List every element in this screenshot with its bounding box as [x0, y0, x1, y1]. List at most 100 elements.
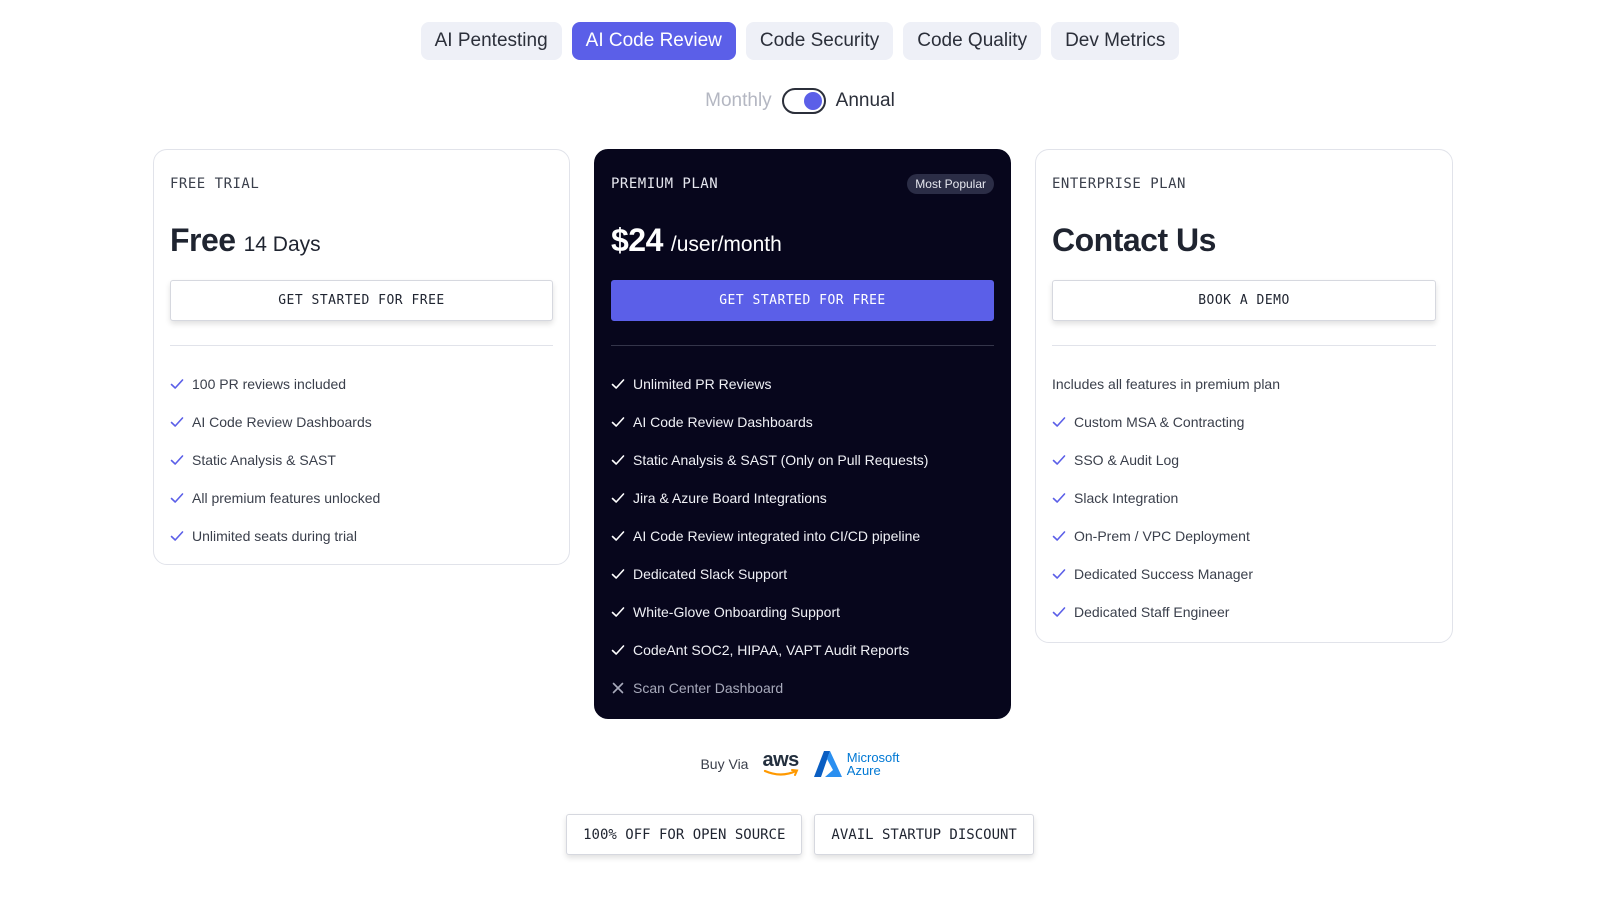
feature-item: 100 PR reviews included: [170, 365, 557, 403]
feature-label: Unlimited seats during trial: [192, 528, 357, 544]
feature-label: White-Glove Onboarding Support: [633, 604, 840, 620]
feature-item: Slack Integration: [1052, 479, 1440, 517]
enterprise-plan-card: ENTERPRISE PLAN Contact Us BOOK A DEMO I…: [1035, 149, 1453, 643]
feature-list: 100 PR reviews included AI Code Review Da…: [170, 365, 557, 555]
feature-item: AI Code Review integrated into CI/CD pip…: [611, 517, 998, 555]
divider: [1052, 345, 1436, 346]
billing-toggle[interactable]: [781, 88, 826, 114]
discount-buttons: 100% OFF FOR OPEN SOURCE AVAIL STARTUP D…: [0, 814, 1600, 855]
check-icon: [1052, 455, 1066, 465]
check-icon: [1052, 493, 1066, 503]
x-icon: [612, 682, 624, 694]
feature-label: Jira & Azure Board Integrations: [633, 490, 827, 506]
plan-name: PREMIUM PLAN: [611, 176, 719, 192]
get-started-premium-button[interactable]: GET STARTED FOR FREE: [611, 280, 994, 321]
divider: [611, 345, 994, 346]
toggle-knob: [803, 92, 822, 110]
monthly-label[interactable]: Monthly: [705, 90, 772, 112]
buy-via-label: Buy Via: [700, 756, 749, 772]
plan-name: FREE TRIAL: [170, 176, 260, 192]
feature-item-excluded: Scan Center Dashboard: [611, 669, 998, 707]
check-icon: [170, 493, 184, 503]
book-demo-button[interactable]: BOOK A DEMO: [1052, 280, 1436, 321]
feature-item: Static Analysis & SAST: [170, 441, 557, 479]
check-icon: [611, 379, 625, 389]
feature-note-text: Includes all features in premium plan: [1052, 376, 1281, 392]
feature-note: Includes all features in premium plan: [1052, 365, 1440, 403]
aws-wordmark: aws: [762, 749, 799, 771]
most-popular-badge: Most Popular: [907, 174, 994, 194]
plan-name: ENTERPRISE PLAN: [1052, 176, 1186, 192]
tab-ai-pentesting[interactable]: AI Pentesting: [420, 22, 562, 60]
feature-label: Dedicated Success Manager: [1074, 566, 1253, 582]
feature-item: Jira & Azure Board Integrations: [611, 479, 998, 517]
premium-plan-card: PREMIUM PLAN Most Popular $24 /user/mont…: [594, 149, 1011, 719]
feature-item: White-Glove Onboarding Support: [611, 593, 998, 631]
feature-item: On-Prem / VPC Deployment: [1052, 517, 1440, 555]
aws-logo[interactable]: aws: [762, 749, 799, 777]
get-started-free-button[interactable]: GET STARTED FOR FREE: [170, 280, 553, 321]
product-tabs: AI Pentesting AI Code Review Code Securi…: [0, 22, 1600, 60]
tab-dev-metrics[interactable]: Dev Metrics: [1051, 22, 1180, 60]
feature-item: Dedicated Slack Support: [611, 555, 998, 593]
price-amount: Contact Us: [1052, 222, 1216, 258]
feature-item: AI Code Review Dashboards: [170, 403, 557, 441]
check-icon: [611, 417, 625, 427]
feature-label: Static Analysis & SAST (Only on Pull Req…: [633, 452, 929, 468]
tab-ai-code-review[interactable]: AI Code Review: [571, 22, 736, 60]
feature-label: Static Analysis & SAST: [192, 452, 336, 468]
feature-item: Dedicated Staff Engineer: [1052, 593, 1440, 631]
feature-label: AI Code Review Dashboards: [192, 414, 372, 430]
azure-icon: [813, 751, 842, 777]
check-icon: [611, 607, 625, 617]
feature-item: Unlimited PR Reviews: [611, 365, 998, 403]
feature-item: CodeAnt SOC2, HIPAA, VAPT Audit Reports: [611, 631, 998, 669]
annual-label[interactable]: Annual: [836, 90, 895, 112]
feature-item: Custom MSA & Contracting: [1052, 403, 1440, 441]
billing-period-switch: Monthly Annual: [0, 88, 1600, 114]
plan-price: $24 /user/month: [611, 222, 782, 259]
feature-label: Slack Integration: [1074, 490, 1179, 506]
check-icon: [611, 531, 625, 541]
feature-item: Static Analysis & SAST (Only on Pull Req…: [611, 441, 998, 479]
tab-code-security[interactable]: Code Security: [745, 22, 894, 60]
plan-price: Contact Us: [1052, 222, 1216, 259]
divider: [170, 345, 553, 346]
buy-via-row: Buy Via aws Microsoft Azure: [0, 750, 1600, 778]
check-icon: [170, 455, 184, 465]
price-amount: $24: [611, 222, 663, 258]
check-icon: [1052, 531, 1066, 541]
feature-label: SSO & Audit Log: [1074, 452, 1180, 468]
check-icon: [611, 455, 625, 465]
check-icon: [611, 493, 625, 503]
feature-item: Unlimited seats during trial: [170, 517, 557, 555]
open-source-discount-button[interactable]: 100% OFF FOR OPEN SOURCE: [566, 814, 803, 855]
check-icon: [1052, 607, 1066, 617]
azure-name-line2: Azure: [846, 763, 881, 778]
feature-label: On-Prem / VPC Deployment: [1074, 528, 1250, 544]
feature-label: AI Code Review integrated into CI/CD pip…: [633, 528, 921, 544]
check-icon: [170, 531, 184, 541]
startup-discount-button[interactable]: AVAIL STARTUP DISCOUNT: [814, 814, 1034, 855]
feature-label: Dedicated Staff Engineer: [1074, 604, 1230, 620]
tab-code-quality[interactable]: Code Quality: [903, 22, 1042, 60]
azure-logo[interactable]: Microsoft Azure: [813, 750, 900, 778]
feature-label: 100 PR reviews included: [192, 376, 347, 392]
plan-price: Free 14 Days: [170, 222, 321, 259]
check-icon: [170, 417, 184, 427]
free-trial-card: FREE TRIAL Free 14 Days GET STARTED FOR …: [153, 149, 570, 565]
feature-item: Dedicated Success Manager: [1052, 555, 1440, 593]
feature-list: Unlimited PR Reviews AI Code Review Dashb…: [611, 365, 998, 707]
check-icon: [611, 645, 625, 655]
feature-label: Scan Center Dashboard: [633, 680, 784, 696]
feature-item: SSO & Audit Log: [1052, 441, 1440, 479]
check-icon: [611, 569, 625, 579]
price-amount: Free: [170, 222, 236, 258]
feature-label: Unlimited PR Reviews: [633, 376, 772, 392]
feature-item: All premium features unlocked: [170, 479, 557, 517]
price-suffix: 14 Days: [243, 233, 321, 256]
feature-label: CodeAnt SOC2, HIPAA, VAPT Audit Reports: [633, 642, 910, 658]
feature-label: Custom MSA & Contracting: [1074, 414, 1245, 430]
feature-label: Dedicated Slack Support: [633, 566, 788, 582]
price-suffix: /user/month: [670, 233, 782, 256]
